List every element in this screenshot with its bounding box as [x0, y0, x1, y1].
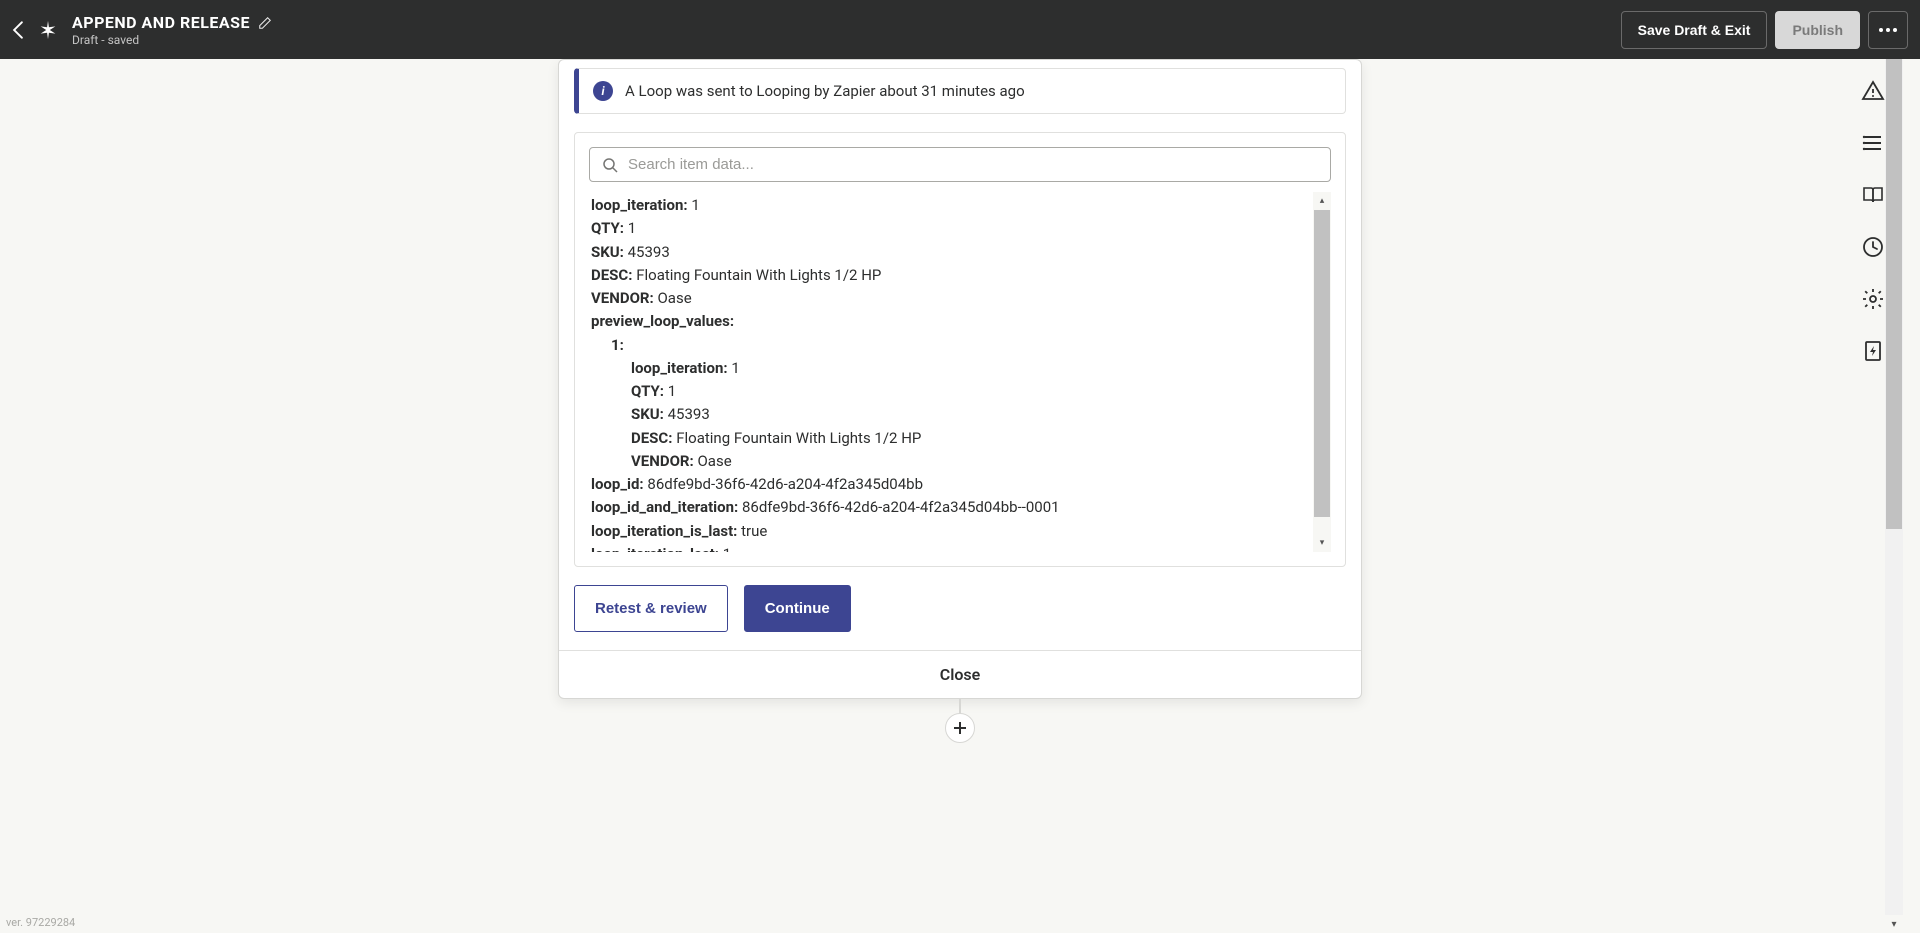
data-row: DESC: Floating Fountain With Lights 1/2 … [591, 427, 1323, 450]
data-row: loop_iteration_is_last: true [591, 520, 1323, 543]
more-menu-button[interactable] [1868, 11, 1908, 49]
info-icon: i [593, 81, 613, 101]
history-icon[interactable] [1861, 235, 1885, 259]
version-label: ver. 97229284 [6, 916, 75, 929]
title-block: APPEND AND RELEASE Draft - saved [72, 13, 272, 47]
back-button[interactable] [12, 21, 24, 39]
data-list-scrollbar[interactable]: ▴ ▾ [1313, 192, 1331, 552]
warning-icon[interactable] [1861, 79, 1885, 103]
search-wrap[interactable] [589, 147, 1331, 182]
top-header: APPEND AND RELEASE Draft - saved Save Dr… [0, 0, 1920, 59]
data-row: loop_iteration: 1 [591, 357, 1323, 380]
data-row: VENDOR: Oase [591, 287, 1323, 310]
data-row: loop_iteration_last: 1 [591, 543, 1323, 552]
canvas-scrollbar[interactable]: ▴ ▾ [1885, 59, 1903, 933]
info-banner: i A Loop was sent to Looping by Zapier a… [574, 68, 1346, 114]
edit-title-icon[interactable] [258, 15, 272, 29]
app-title: APPEND AND RELEASE [72, 13, 250, 32]
scroll-down-icon[interactable]: ▾ [1313, 534, 1331, 552]
data-row: 1: [591, 334, 1323, 357]
data-row: VENDOR: Oase [591, 450, 1323, 473]
data-row: QTY: 1 [591, 217, 1323, 240]
add-step-button[interactable] [945, 713, 975, 743]
data-row: loop_id: 86dfe9bd-36f6-42d6-a204-4f2a345… [591, 473, 1323, 496]
settings-icon[interactable] [1861, 287, 1885, 311]
action-buttons: Retest & review Continue [574, 585, 1346, 632]
continue-button[interactable]: Continue [744, 585, 851, 632]
data-list: loop_iteration: 1 QTY: 1 SKU: 45393 DESC… [589, 192, 1331, 552]
search-input[interactable] [628, 156, 1318, 173]
save-draft-button[interactable]: Save Draft & Exit [1621, 11, 1768, 49]
step-panel: i A Loop was sent to Looping by Zapier a… [558, 59, 1362, 699]
power-icon[interactable] [1861, 339, 1885, 363]
data-row: QTY: 1 [591, 380, 1323, 403]
scroll-up-icon[interactable]: ▴ [1313, 192, 1331, 210]
step-connector [959, 699, 961, 713]
book-icon[interactable] [1861, 183, 1885, 207]
outline-icon[interactable] [1861, 131, 1885, 155]
data-box: loop_iteration: 1 QTY: 1 SKU: 45393 DESC… [574, 132, 1346, 567]
header-left: APPEND AND RELEASE Draft - saved [12, 13, 272, 47]
data-row: loop_id_and_iteration: 86dfe9bd-36f6-42d… [591, 496, 1323, 519]
header-right: Save Draft & Exit Publish [1621, 11, 1908, 49]
info-banner-text: A Loop was sent to Looping by Zapier abo… [625, 82, 1025, 100]
scrollbar-thumb[interactable] [1886, 59, 1902, 529]
search-icon [602, 157, 618, 173]
retest-button[interactable]: Retest & review [574, 585, 728, 632]
data-row: SKU: 45393 [591, 241, 1323, 264]
zapier-logo-icon [36, 18, 60, 42]
right-rail [1861, 79, 1885, 363]
data-row: preview_loop_values: [591, 310, 1323, 333]
publish-button: Publish [1775, 11, 1860, 49]
scroll-down-icon[interactable]: ▾ [1885, 915, 1903, 933]
scrollbar-thumb[interactable] [1314, 210, 1330, 517]
editor-canvas: i A Loop was sent to Looping by Zapier a… [0, 59, 1920, 933]
data-row: SKU: 45393 [591, 403, 1323, 426]
data-row: DESC: Floating Fountain With Lights 1/2 … [591, 264, 1323, 287]
data-row: loop_iteration: 1 [591, 194, 1323, 217]
close-button[interactable]: Close [559, 650, 1361, 698]
draft-status: Draft - saved [72, 33, 272, 47]
